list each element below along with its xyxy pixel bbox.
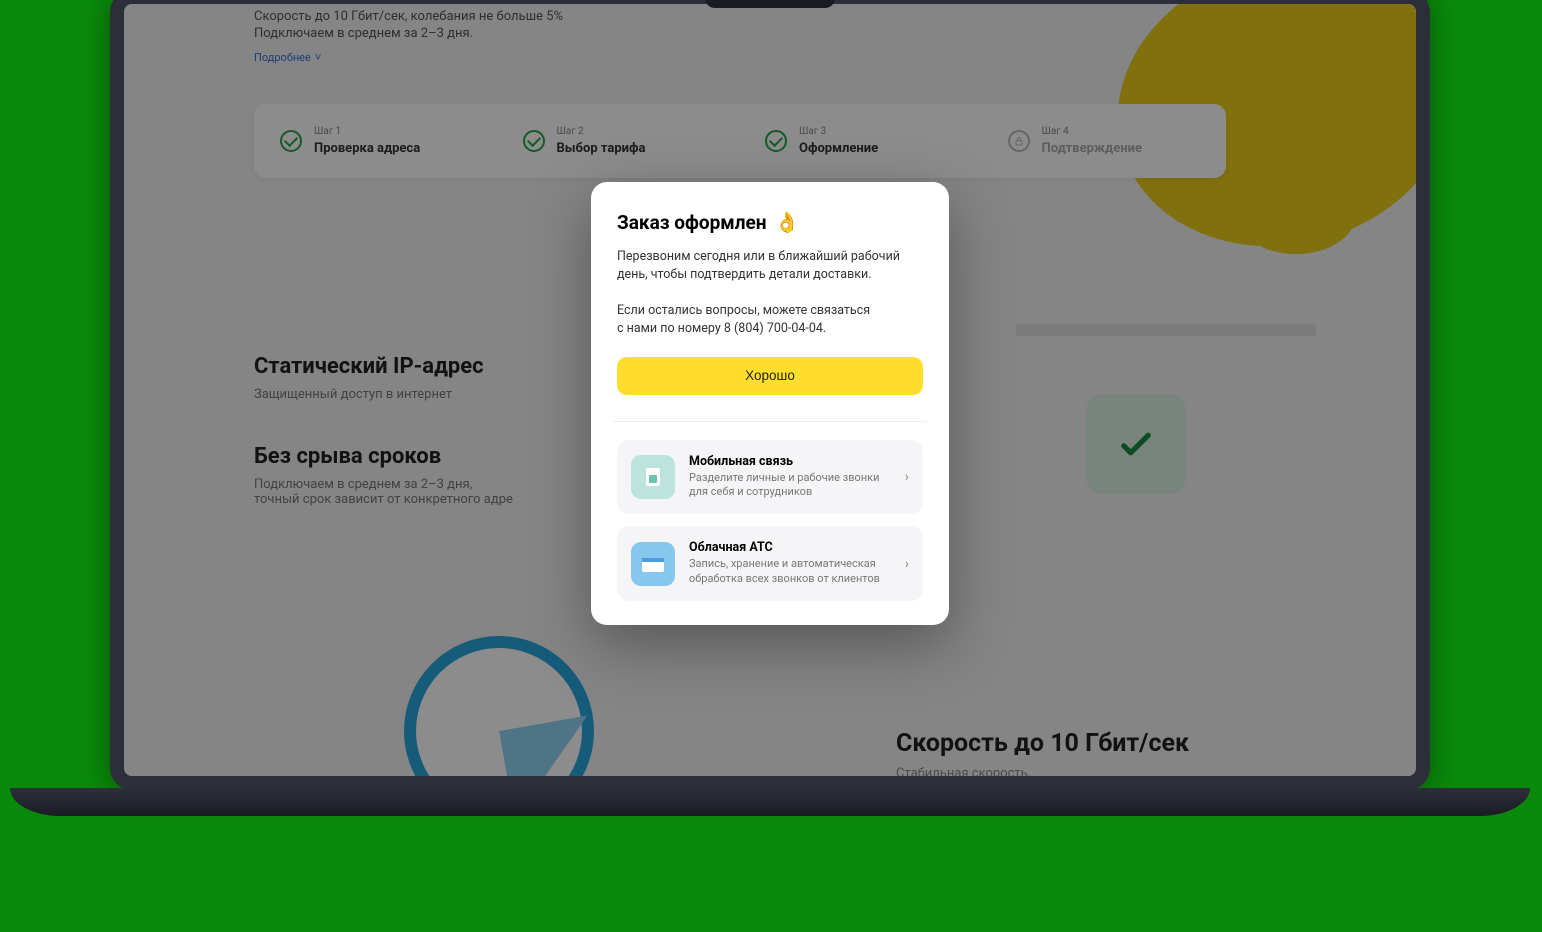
- modal-paragraph: Если остались вопросы, можете связаться …: [617, 302, 923, 338]
- modal-title: Заказ оформлен 👌: [617, 210, 923, 234]
- card-desc: Разделите личные и рабочие звонки для се…: [689, 471, 891, 501]
- card-title: Облачная АТС: [689, 540, 891, 555]
- modal-title-text: Заказ оформлен: [617, 211, 767, 234]
- upsell-card-ats[interactable]: Облачная АТС Запись, хранение и автомати…: [617, 526, 923, 601]
- card-desc: Запись, хранение и автоматическая обрабо…: [689, 557, 891, 587]
- ok-button[interactable]: Хорошо: [617, 357, 923, 395]
- upsell-card-mobile[interactable]: Мобильная связь Разделите личные и рабоч…: [617, 440, 923, 515]
- chevron-right-icon: ›: [905, 556, 909, 572]
- card-title: Мобильная связь: [689, 454, 891, 469]
- divider: [613, 421, 927, 422]
- cloud-pbx-icon: [631, 542, 675, 586]
- ok-hand-icon: 👌: [775, 210, 800, 234]
- order-confirmed-modal: Заказ оформлен 👌 Перезвоним сегодня или …: [591, 182, 949, 625]
- sim-card-icon: [631, 455, 675, 499]
- chevron-right-icon: ›: [905, 469, 909, 485]
- modal-paragraph: Перезвоним сегодня или в ближайший рабоч…: [617, 248, 923, 284]
